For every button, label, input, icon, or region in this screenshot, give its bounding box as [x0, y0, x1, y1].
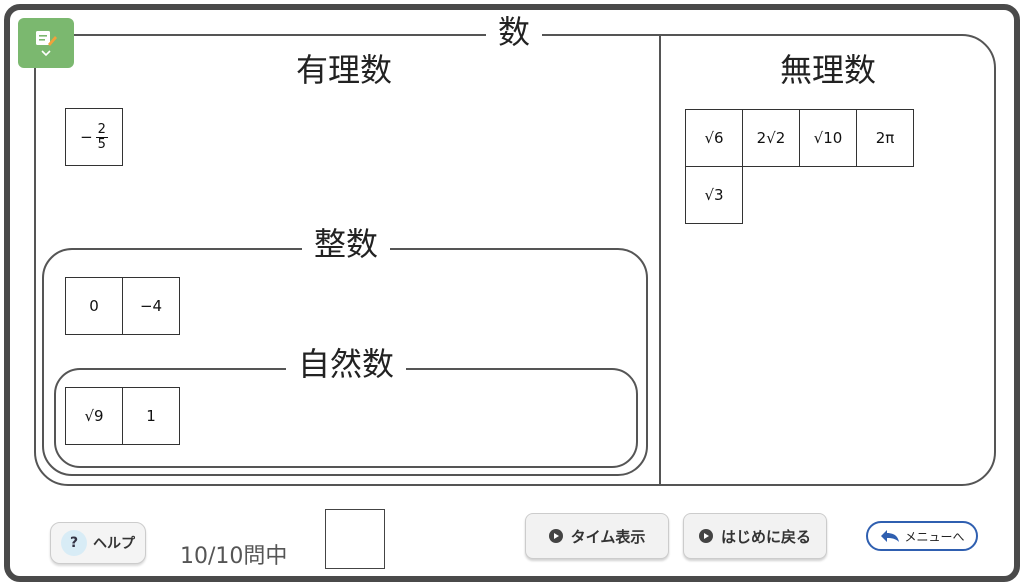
- number-card[interactable]: √10: [799, 109, 857, 167]
- card-sign: −: [80, 128, 93, 146]
- number-card[interactable]: √6: [685, 109, 743, 167]
- chevron-down-icon: [41, 50, 51, 57]
- menu-label: メニューへ: [904, 529, 965, 544]
- integer-set-label: 整数: [302, 228, 391, 260]
- progress-text: 10/10問中: [180, 544, 288, 569]
- irrational-set-label: 無理数: [780, 51, 877, 89]
- time-display-button[interactable]: タイム表示: [525, 513, 669, 559]
- natural-cards: √9 1: [65, 387, 180, 445]
- help-label: ヘルプ: [93, 536, 135, 552]
- help-icon: ?: [61, 530, 87, 556]
- number-card[interactable]: 2π: [856, 109, 914, 167]
- number-card[interactable]: √9: [65, 387, 123, 445]
- fraction-numerator: 2: [95, 121, 108, 138]
- rational-cards: − 2 5: [65, 108, 123, 166]
- restart-button[interactable]: はじめに戻る: [683, 513, 827, 559]
- irrational-cards: √6 2√2 √10 2π √3: [685, 109, 925, 224]
- number-card[interactable]: − 2 5: [65, 108, 123, 166]
- memo-button[interactable]: [18, 18, 74, 68]
- play-circle-icon: [698, 529, 713, 543]
- number-card[interactable]: √3: [685, 166, 743, 224]
- number-card[interactable]: −4: [122, 277, 180, 335]
- number-card[interactable]: 2√2: [742, 109, 800, 167]
- natural-set-label: 自然数: [286, 348, 407, 380]
- menu-button[interactable]: メニューへ: [866, 521, 978, 551]
- rational-irrational-divider: [659, 36, 661, 484]
- time-display-label: タイム表示: [570, 527, 646, 546]
- fraction-denominator: 5: [97, 136, 106, 152]
- number-card[interactable]: 0: [65, 277, 123, 335]
- answer-box[interactable]: [325, 509, 385, 569]
- help-button[interactable]: ? ヘルプ: [50, 522, 146, 564]
- memo-pencil-icon: [36, 31, 57, 46]
- back-arrow-icon: [881, 530, 900, 542]
- number-set-label: 数: [486, 16, 543, 48]
- number-card[interactable]: 1: [122, 387, 180, 445]
- card-fraction: 2 5: [95, 121, 108, 152]
- integer-cards: 0 −4: [65, 277, 180, 335]
- restart-label: はじめに戻る: [720, 527, 811, 546]
- rational-set-label: 有理数: [296, 51, 393, 89]
- play-circle-icon: [548, 529, 563, 543]
